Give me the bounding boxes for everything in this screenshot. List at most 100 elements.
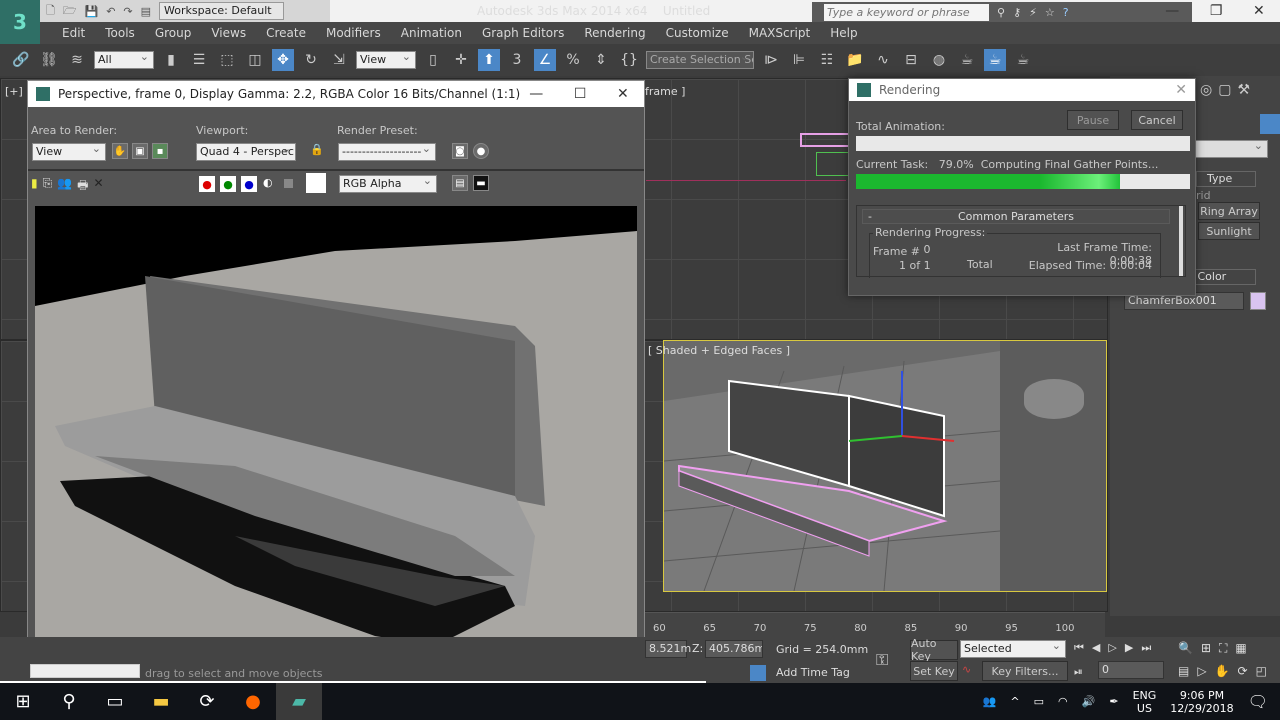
menu-group[interactable]: Group <box>145 26 202 40</box>
category-dropdown[interactable] <box>1190 140 1268 158</box>
print-icon[interactable]: 🖶 <box>77 176 88 197</box>
go-to-start-icon[interactable]: ⏮ <box>1074 641 1084 655</box>
select-and-rotate-icon[interactable]: ↻ <box>300 49 322 71</box>
rendered-frame-window-icon[interactable]: ☕ <box>984 49 1006 71</box>
zoom-all-icon[interactable]: ⊞ <box>1201 641 1211 656</box>
set-key-mode-icon[interactable]: ⚿ <box>876 650 888 670</box>
viewport-label-shading[interactable]: [ Shaded + Edged Faces ] <box>648 344 790 357</box>
layer-manager-icon[interactable]: ☷ <box>816 49 838 71</box>
volume-icon[interactable]: 🔊 <box>1082 695 1096 708</box>
z-coordinate-field[interactable]: 405.786mr <box>705 640 763 658</box>
save-icon[interactable]: 💾 <box>85 5 99 18</box>
search-input[interactable] <box>824 3 989 21</box>
battery-icon[interactable]: ▭ <box>1034 695 1044 708</box>
menu-modifiers[interactable]: Modifiers <box>316 26 391 40</box>
common-parameters-header[interactable]: - Common Parameters <box>862 209 1170 224</box>
select-and-scale-icon[interactable]: ⇲ <box>328 49 350 71</box>
perspective-viewport[interactable] <box>663 340 1107 592</box>
zoom-extents-icon[interactable]: ⛶ <box>1219 641 1227 656</box>
systems-icon[interactable] <box>1260 114 1280 134</box>
render-preset-dropdown[interactable]: -------------------- <box>338 143 436 161</box>
pause-button[interactable]: Pause <box>1067 110 1119 130</box>
named-selection-dropdown[interactable]: Create Selection Se <box>646 51 754 69</box>
window-crossing-icon[interactable]: ◫ <box>244 49 266 71</box>
lock-icon[interactable]: 🔒 <box>310 143 324 156</box>
restore-button[interactable]: ❐ <box>1210 3 1223 19</box>
language-indicator[interactable]: ENG US <box>1133 689 1157 715</box>
scrollbar[interactable] <box>1179 206 1183 276</box>
clear-icon[interactable]: ✕ <box>94 176 104 197</box>
key-mode-toggle-icon[interactable]: ⏯ <box>1074 665 1083 679</box>
select-object-icon[interactable]: ▮ <box>160 49 182 71</box>
manipulate-icon[interactable]: ✛ <box>450 49 472 71</box>
scene-explorer-icon[interactable]: 📁 <box>844 49 866 71</box>
time-config-icon[interactable]: ▤ <box>1178 664 1189 678</box>
key-tangent-icon[interactable]: ∿ <box>962 663 971 676</box>
menu-animation[interactable]: Animation <box>391 26 472 40</box>
curve-editor-icon[interactable]: ∿ <box>872 49 894 71</box>
next-frame-icon[interactable]: ▶ <box>1125 641 1133 655</box>
menu-rendering[interactable]: Rendering <box>574 26 655 40</box>
utilities-tab-icon[interactable]: ⚒ <box>1237 82 1250 98</box>
new-file-icon[interactable]: 🗋 <box>46 2 55 21</box>
menu-help[interactable]: Help <box>820 26 867 40</box>
rectangle-selection-icon[interactable]: ⬚ <box>216 49 238 71</box>
render-icon[interactable]: ▪ <box>152 143 168 159</box>
workspace-dropdown[interactable]: Workspace: Default <box>159 2 285 20</box>
satellite-icon[interactable]: ⚡ <box>1029 6 1037 19</box>
time-slider-track[interactable]: 60 65 70 75 80 85 90 95 100 <box>645 612 1105 637</box>
current-frame-field[interactable]: 0 <box>1098 661 1164 679</box>
alpha-channel-icon[interactable]: ◐ <box>263 176 273 189</box>
percent-snap-icon[interactable]: % <box>562 49 584 71</box>
firefox-icon[interactable]: ● <box>230 683 276 720</box>
edit-region-icon[interactable]: ✋ <box>112 143 128 159</box>
menu-customize[interactable]: Customize <box>656 26 739 40</box>
key-mode-dropdown[interactable]: Selected <box>960 640 1066 658</box>
sync-app-icon[interactable]: ⟳ <box>184 683 230 720</box>
menu-create[interactable]: Create <box>256 26 316 40</box>
viewcube-icon[interactable] <box>1024 379 1084 419</box>
render-setup-icon[interactable]: ◙ <box>452 143 468 159</box>
channel-display-dropdown[interactable]: RGB Alpha <box>339 175 437 193</box>
close-icon[interactable]: ✕ <box>1175 82 1187 98</box>
ring-array-button[interactable]: Ring Array <box>1198 202 1260 220</box>
add-time-tag[interactable]: Add Time Tag <box>776 666 850 679</box>
menu-edit[interactable]: Edit <box>52 26 95 40</box>
align-icon[interactable]: ⊫ <box>788 49 810 71</box>
task-view-icon[interactable]: ▭ <box>92 683 138 720</box>
object-color-swatch[interactable] <box>1250 292 1266 310</box>
set-key-button[interactable]: Set Key <box>910 661 958 681</box>
minimized-window[interactable] <box>30 664 140 678</box>
save-image-icon[interactable]: ▮ <box>31 176 38 197</box>
x-coordinate-field[interactable]: 8.521m <box>645 640 691 658</box>
rollout-toggle[interactable]: - <box>868 210 872 223</box>
display-tab-icon[interactable]: ▢ <box>1218 82 1231 98</box>
swatch-color[interactable] <box>306 173 326 193</box>
spinner-snap-icon[interactable]: ⇕ <box>590 49 612 71</box>
redo-icon[interactable]: ↷ <box>123 5 132 18</box>
open-file-icon[interactable]: 🗁 <box>63 2 77 21</box>
selection-filter-dropdown[interactable]: All <box>94 51 154 69</box>
show-hidden-icons[interactable]: ^ <box>1010 695 1019 708</box>
people-icon[interactable]: 👥 <box>983 695 997 708</box>
auto-key-button[interactable]: Auto Key <box>910 637 958 663</box>
monochrome-icon[interactable] <box>284 179 293 188</box>
render-setup-icon[interactable]: ☕ <box>956 49 978 71</box>
keyboard-shortcut-override-icon[interactable]: ⬆ <box>478 49 500 71</box>
toggle-ui-icon[interactable]: ▬ <box>473 175 489 191</box>
motion-tab-icon[interactable]: ◎ <box>1200 82 1212 98</box>
start-icon[interactable]: ⊞ <box>0 683 46 720</box>
reference-coordinate-dropdown[interactable]: View <box>356 51 416 69</box>
project-folder-icon[interactable]: ▤ <box>141 5 151 18</box>
pen-icon[interactable]: ✒ <box>1109 695 1118 708</box>
key-icon[interactable]: ⚷ <box>1013 6 1021 19</box>
menu-tools[interactable]: Tools <box>95 26 145 40</box>
viewport-dropdown[interactable]: Quad 4 - Perspec <box>196 143 296 161</box>
minimize-button[interactable]: — <box>529 86 543 102</box>
blue-channel-toggle[interactable]: ● <box>241 176 257 192</box>
wifi-icon[interactable]: ◠ <box>1058 695 1068 708</box>
maximize-button[interactable]: ☐ <box>574 86 587 102</box>
mirror-icon[interactable]: ⧐ <box>760 49 782 71</box>
menu-graph-editors[interactable]: Graph Editors <box>472 26 574 40</box>
menu-maxscript[interactable]: MAXScript <box>739 26 821 40</box>
